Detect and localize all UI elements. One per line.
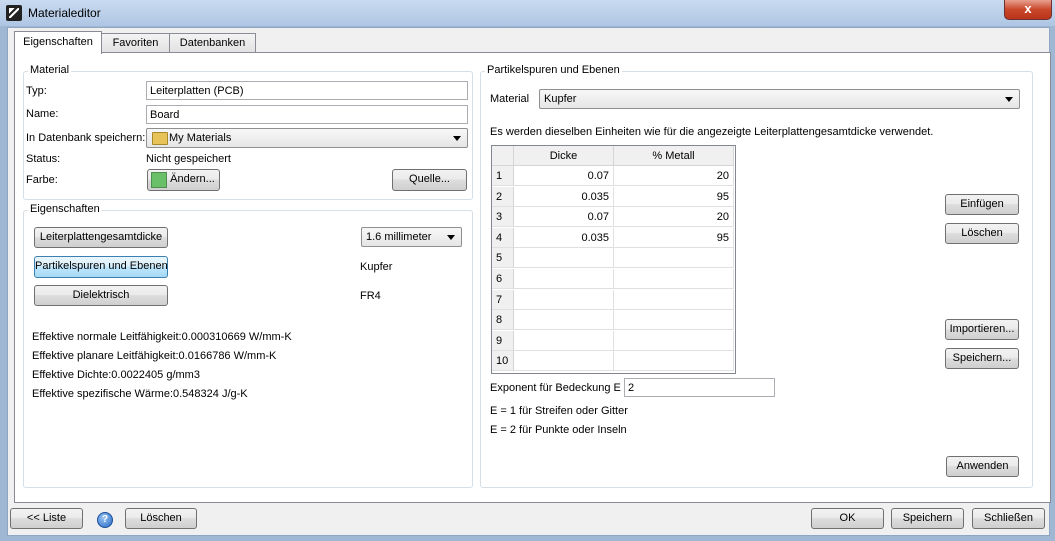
delete-row-button[interactable]: Löschen [945,223,1019,244]
cell-metall[interactable] [614,289,734,310]
color-swatch [151,172,167,188]
cell-metall[interactable] [614,269,734,289]
exponent-label: Exponent für Bedeckung E [490,382,621,394]
app-icon [6,5,22,21]
units-info-text: Es werden dieselben Einheiten wie für di… [490,126,934,138]
db-select-value: My Materials [169,132,232,144]
row-header[interactable]: 3 [492,207,514,228]
effective-density: Effektive Dichte:0.0022405 g/mm3 [32,369,200,381]
traces-planes-button[interactable]: Partikelspuren und Ebenen [34,256,168,278]
farbe-label: Farbe: [26,174,58,186]
effective-planar-conductivity: Effektive planare Leitfähigkeit:0.016678… [32,350,277,362]
table-corner [492,146,514,166]
material-select-value: Kupfer [544,93,577,105]
row-header[interactable]: 8 [492,310,514,331]
cell-metall[interactable] [614,351,734,372]
layer-table[interactable]: Dicke % Metall 1 0.07 20 2 0.035 95 3 0.07 20 4 0.… [491,145,736,374]
delete-material-button[interactable]: Löschen [125,508,197,529]
close-button[interactable]: x [1004,0,1052,20]
cell-metall[interactable] [614,310,734,331]
db-select[interactable]: My Materials [146,128,468,148]
cell-metall[interactable]: 95 [614,227,734,248]
save-button[interactable]: Speichern [891,508,964,529]
cell-metall[interactable]: 95 [614,186,734,207]
apply-button[interactable]: Anwenden [946,456,1019,477]
dielectric-value: FR4 [360,290,381,302]
cell-dicke[interactable]: 0.07 [514,207,614,228]
dielectric-button[interactable]: Dielektrisch [34,285,168,306]
material-select[interactable]: Kupfer [539,89,1020,109]
change-color-label: Ändern... [170,173,215,185]
row-header[interactable]: 7 [492,289,514,310]
exponent-field[interactable]: 2 [624,378,775,397]
ok-button[interactable]: OK [811,508,884,529]
tab-favoriten[interactable]: Favoriten [101,33,170,53]
row-header[interactable]: 5 [492,248,514,269]
title-bar[interactable] [0,0,1055,26]
row-header[interactable]: 10 [492,351,514,372]
total-thickness-button[interactable]: Leiterplattengesamtdicke [34,227,168,248]
typ-label: Typ: [26,85,47,97]
cell-dicke[interactable] [514,248,614,269]
cell-dicke[interactable] [514,310,614,331]
import-button[interactable]: Importieren... [945,319,1019,340]
row-header[interactable]: 6 [492,269,514,289]
typ-field[interactable]: Leiterplatten (PCB) [146,81,468,100]
traces-group-title: Partikelspuren und Ebenen [485,64,622,76]
tab-datenbanken[interactable]: Datenbanken [169,33,256,53]
material-group-title: Material [28,64,72,76]
name-label: Name: [26,108,59,120]
close-dialog-button[interactable]: Schließen [972,508,1045,529]
tab-eigenschaften[interactable]: Eigenschaften [14,31,102,54]
save-layers-button[interactable]: Speichern... [945,348,1019,369]
row-header[interactable]: 1 [492,166,514,186]
cell-dicke[interactable] [514,330,614,351]
folder-icon [152,132,168,145]
thickness-select-value: 1.6 millimeter [366,231,432,243]
properties-group [23,210,473,488]
properties-group-title: Eigenschaften [28,203,102,215]
cell-dicke[interactable] [514,289,614,310]
cell-dicke[interactable]: 0.035 [514,186,614,207]
effective-specific-heat: Effektive spezifische Wärme:0.548324 J/g… [32,388,248,400]
cell-metall[interactable] [614,330,734,351]
status-label: Status: [26,153,61,165]
traces-value: Kupfer [360,261,393,273]
cell-metall[interactable]: 20 [614,207,734,228]
column-header-dicke[interactable]: Dicke [514,146,614,166]
chevron-down-icon [1005,97,1013,102]
cell-metall[interactable]: 20 [614,166,734,186]
row-header[interactable]: 9 [492,330,514,351]
note-e2: E = 2 für Punkte oder Inseln [490,424,627,436]
window-title: Materialeditor [28,6,101,20]
source-button[interactable]: Quelle... [392,169,467,191]
row-header[interactable]: 2 [492,186,514,207]
cell-dicke[interactable] [514,351,614,372]
material-label: Material [490,93,530,105]
cell-dicke[interactable] [514,269,614,289]
name-field[interactable]: Board [146,105,468,124]
row-header[interactable]: 4 [492,227,514,248]
thickness-select[interactable]: 1.6 millimeter [361,227,462,247]
change-color-button[interactable]: Ändern... [147,169,220,191]
column-header-metall[interactable]: % Metall [614,146,734,166]
help-icon[interactable]: ? [97,512,113,528]
status-value: Nicht gespeichert [146,153,231,165]
back-to-list-button[interactable]: << Liste [10,508,83,529]
db-label: In Datenbank speichern: [26,132,146,144]
note-e1: E = 1 für Streifen oder Gitter [490,405,628,417]
insert-button[interactable]: Einfügen [945,194,1019,215]
chevron-down-icon [447,235,455,240]
cell-metall[interactable] [614,248,734,269]
chevron-down-icon [453,136,461,141]
cell-dicke[interactable]: 0.07 [514,166,614,186]
cell-dicke[interactable]: 0.035 [514,227,614,248]
effective-normal-conductivity: Effektive normale Leitfähigkeit:0.000310… [32,331,292,343]
